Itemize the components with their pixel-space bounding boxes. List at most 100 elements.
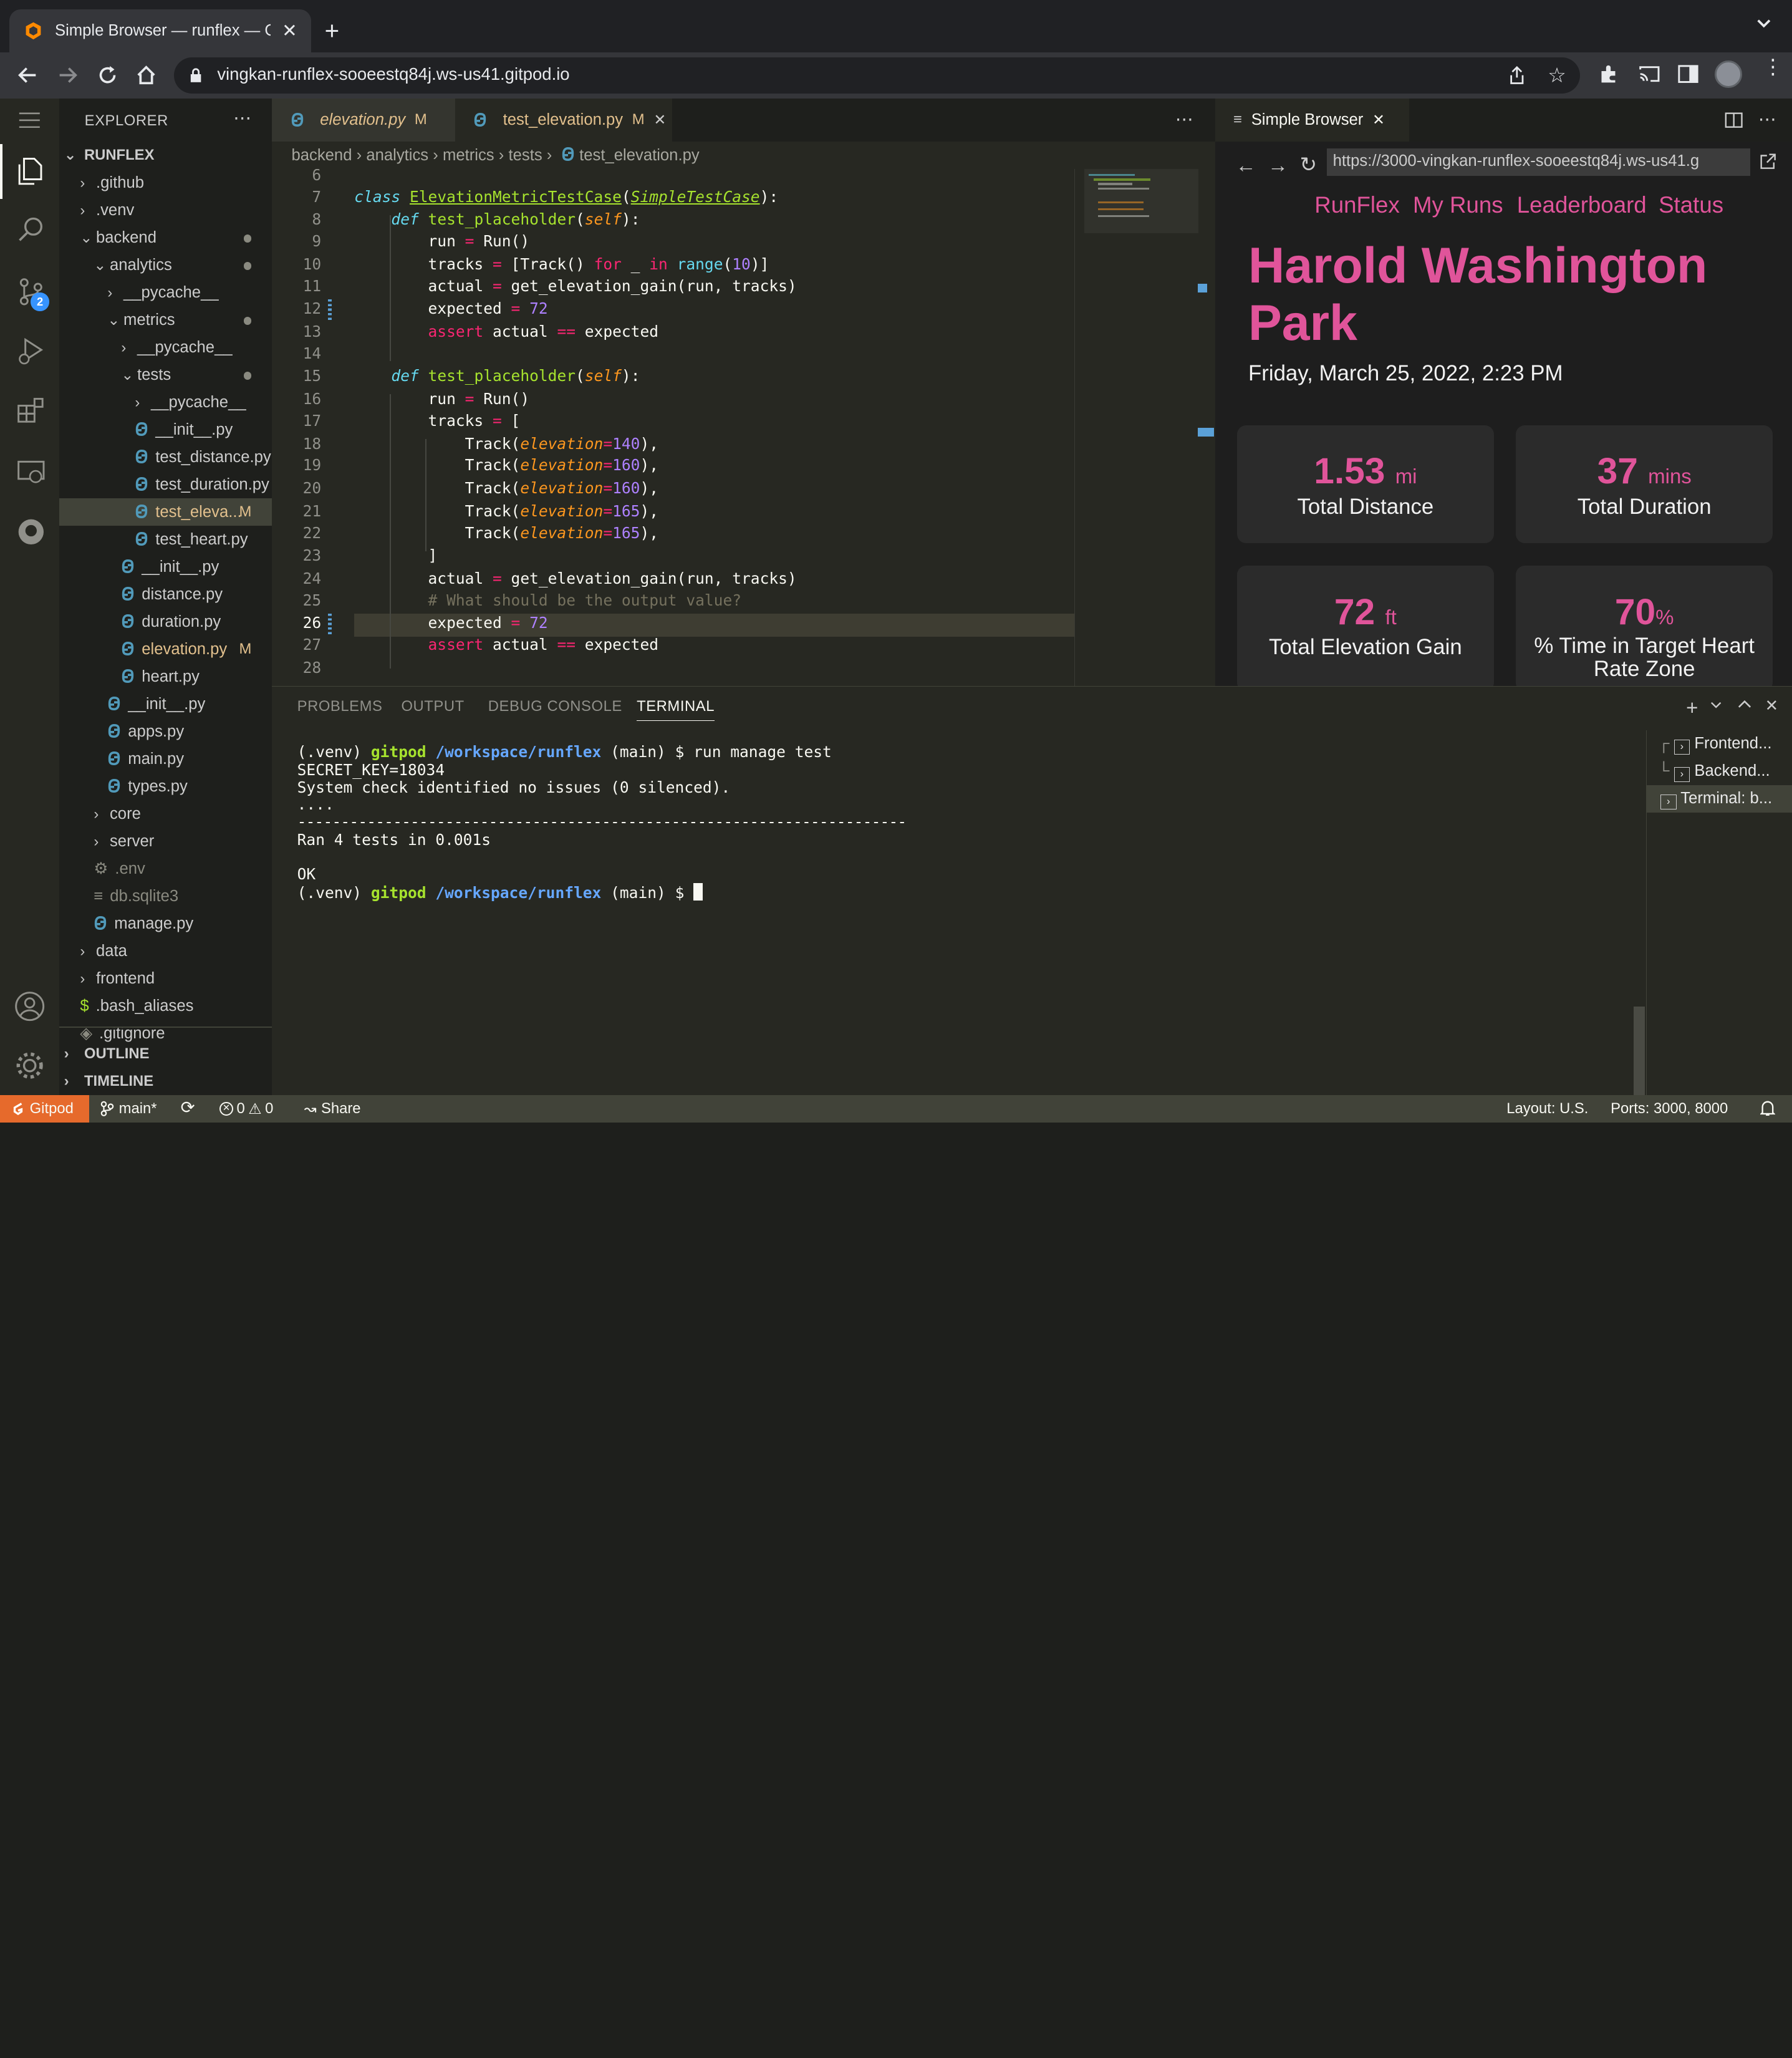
address-bar[interactable]: vingkan-runflex-sooeestq84j.ws-us41.gitp… — [173, 57, 1580, 94]
tree-file[interactable]: test_duration.py — [59, 471, 272, 498]
gitpod-status-button[interactable]: Gitpod — [0, 1095, 89, 1123]
breadcrumb-item[interactable]: metrics — [443, 147, 494, 164]
open-external-icon[interactable] — [1759, 152, 1777, 170]
tree-folder[interactable]: › __pycache__ — [59, 389, 272, 416]
nav-status[interactable]: Status — [1659, 192, 1723, 218]
explorer-more-icon[interactable]: ⋯ — [233, 107, 251, 129]
browser-tab[interactable]: Simple Browser — runflex — G ✕ — [9, 9, 311, 53]
terminal-list-item-backend[interactable]: └ › Backend... — [1658, 762, 1770, 782]
new-terminal-icon[interactable]: + — [1686, 696, 1698, 720]
tree-folder[interactable]: › __pycache__ — [59, 279, 272, 306]
tab-terminal[interactable]: TERMINAL — [637, 698, 715, 721]
nav-runflex[interactable]: RunFlex — [1314, 192, 1400, 218]
tree-file[interactable]: test_heart.py — [59, 526, 272, 553]
tree-file[interactable]: distance.py — [59, 581, 272, 608]
close-tab-icon[interactable]: ✕ — [282, 20, 297, 42]
close-icon[interactable]: ✕ — [1372, 111, 1385, 129]
simple-browser-url-input[interactable]: https://3000-vingkan-runflex-sooeestq84j… — [1327, 148, 1750, 176]
split-editor-icon[interactable] — [1725, 111, 1743, 129]
notifications-bell-icon[interactable] — [1760, 1100, 1776, 1117]
tree-file[interactable]: __init__.py — [59, 416, 272, 443]
tree-file[interactable]: duration.py — [59, 608, 272, 635]
tab-simple-browser[interactable]: ≡ Simple Browser ✕ — [1215, 98, 1410, 142]
terminal-list-item-bash[interactable]: › Terminal: b... — [1660, 790, 1772, 809]
tree-file[interactable]: test_eleva... M — [59, 498, 272, 526]
browser-menu-icon[interactable]: ⋮ — [1763, 56, 1783, 77]
github-icon[interactable] — [16, 517, 46, 547]
tree-folder[interactable]: › .venv — [59, 196, 272, 224]
extensions-icon[interactable] — [1598, 64, 1619, 85]
problems-status[interactable]: ✕ 0 ⚠ 0 — [219, 1100, 273, 1118]
tree-folder[interactable]: ⌄ backend — [59, 224, 272, 251]
run-debug-icon[interactable] — [16, 336, 46, 366]
timeline-section[interactable]: › TIMELINE — [64, 1068, 153, 1095]
terminal-scrollbar[interactable] — [1633, 1007, 1645, 1096]
keyboard-layout[interactable]: Layout: U.S. — [1506, 1100, 1588, 1118]
tab-debug-console[interactable]: DEBUG CONSOLE — [488, 698, 622, 715]
simple-browser-back-icon[interactable]: ← — [1236, 153, 1256, 177]
tree-file[interactable]: ⚙ .env — [59, 855, 272, 882]
nav-my-runs[interactable]: My Runs — [1413, 192, 1503, 218]
side-panel-icon[interactable] — [1678, 65, 1698, 84]
bookmark-star-icon[interactable]: ☆ — [1548, 63, 1566, 87]
new-tab-button[interactable]: + — [325, 16, 340, 46]
breadcrumb-item[interactable]: analytics — [366, 147, 428, 164]
search-icon[interactable] — [16, 215, 46, 245]
simple-browser-reload-icon[interactable]: ↻ — [1299, 152, 1317, 176]
tree-folder[interactable]: ⌄ metrics — [59, 306, 272, 334]
tree-folder[interactable]: › data — [59, 937, 272, 965]
accounts-icon[interactable] — [14, 990, 46, 1022]
breadcrumb-item[interactable]: backend — [291, 147, 352, 164]
remote-explorer-icon[interactable] — [16, 457, 46, 487]
tree-folder[interactable]: › __pycache__ — [59, 334, 272, 361]
tree-folder[interactable]: ⌄ analytics — [59, 251, 272, 279]
more-actions-icon[interactable]: ⋯ — [1758, 109, 1776, 130]
outline-section[interactable]: › OUTLINE — [64, 1040, 150, 1068]
terminal-output[interactable]: (.venv) gitpod /workspace/runflex (main)… — [272, 732, 1644, 1096]
tree-file[interactable]: __init__.py — [59, 553, 272, 581]
share-page-icon[interactable] — [1509, 66, 1525, 85]
tree-file[interactable]: test_distance.py — [59, 443, 272, 471]
tree-file[interactable]: ≡ db.sqlite3 — [59, 882, 272, 910]
breadcrumb-item[interactable]: tests — [508, 147, 542, 164]
back-icon[interactable] — [11, 59, 43, 91]
tab-test-elevation-py[interactable]: test_elevation.py M ✕ — [455, 98, 672, 142]
ports-status[interactable]: Ports: 3000, 8000 — [1611, 1100, 1728, 1118]
breadcrumb-item[interactable]: test_elevation.py — [579, 147, 700, 164]
tab-search-chevron-icon[interactable] — [1756, 18, 1772, 29]
tab-problems[interactable]: PROBLEMS — [297, 698, 383, 715]
home-icon[interactable] — [130, 59, 162, 91]
tree-file[interactable]: heart.py — [59, 663, 272, 690]
tree-folder[interactable]: › server — [59, 828, 272, 855]
tree-file[interactable]: types.py — [59, 773, 272, 800]
terminal-dropdown-chevron-icon[interactable] — [1710, 700, 1722, 710]
tree-file[interactable]: elevation.py M — [59, 635, 272, 663]
nav-leaderboard[interactable]: Leaderboard — [1517, 192, 1647, 218]
cast-icon[interactable] — [1638, 65, 1661, 83]
tree-file[interactable]: manage.py — [59, 910, 272, 937]
settings-gear-icon[interactable] — [14, 1050, 46, 1081]
menu-icon[interactable] — [18, 112, 41, 128]
sync-icon[interactable]: ⟳ — [181, 1098, 195, 1118]
close-panel-icon[interactable]: ✕ — [1765, 697, 1779, 715]
tree-folder[interactable]: › core — [59, 800, 272, 828]
maximize-panel-icon[interactable] — [1738, 699, 1751, 708]
tree-folder[interactable]: › frontend — [59, 965, 272, 992]
explorer-files-icon[interactable] — [14, 155, 46, 187]
tree-folder[interactable]: › .github — [59, 169, 272, 196]
minimap[interactable] — [1074, 169, 1200, 686]
explorer-root[interactable]: ⌄ RUNFLEX — [64, 142, 272, 169]
tab-elevation-py[interactable]: elevation.py M — [272, 98, 455, 142]
tree-file[interactable]: $ .bash_aliases — [59, 992, 272, 1020]
branch-status[interactable]: main* — [100, 1100, 157, 1118]
tree-file[interactable]: main.py — [59, 745, 272, 773]
tree-file[interactable]: __init__.py — [59, 690, 272, 718]
profile-avatar[interactable] — [1714, 60, 1742, 89]
forward-icon[interactable] — [51, 59, 83, 91]
tree-file[interactable]: apps.py — [59, 718, 272, 745]
close-icon[interactable]: ✕ — [653, 111, 666, 129]
tab-output[interactable]: OUTPUT — [401, 698, 464, 715]
code-area[interactable]: 6 7 8 9 10 11 12 13 14 15 16 17 18 19 20 21 22 23 24 25 26 27… — [272, 169, 1075, 686]
tree-folder[interactable]: ⌄ tests — [59, 361, 272, 389]
extensions-icon[interactable] — [16, 395, 46, 425]
